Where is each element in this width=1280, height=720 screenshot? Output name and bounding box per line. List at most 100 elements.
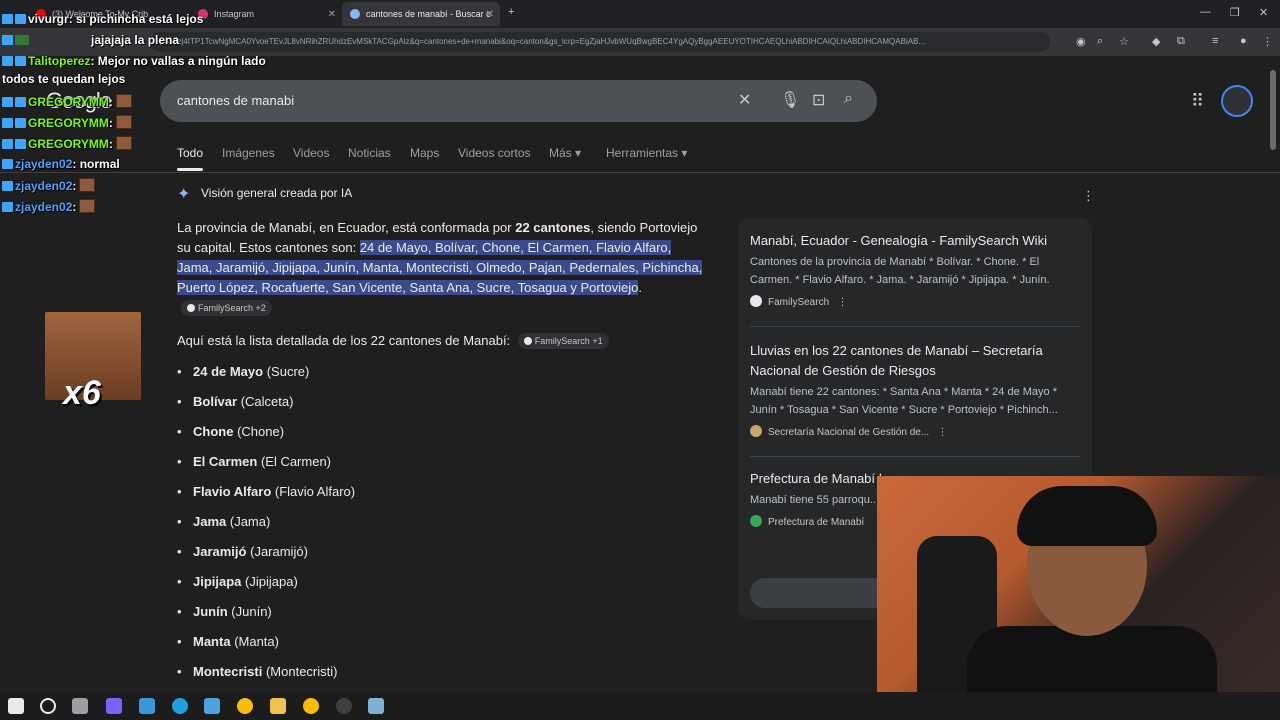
- chat-message: vivurgr: si pichincha está lejos: [2, 12, 203, 26]
- badge-icon: [15, 56, 26, 66]
- close-window-icon[interactable]: ✕: [1259, 6, 1268, 19]
- chat-text: : normal: [72, 157, 120, 171]
- badge-icon: [15, 14, 26, 24]
- menu-icon[interactable]: ⋮: [1262, 35, 1273, 48]
- chat-user: zjayden02: [15, 157, 73, 171]
- profile-icon[interactable]: ●: [1240, 35, 1247, 47]
- badge-icon: [2, 159, 13, 169]
- tab-videos-cortos[interactable]: Videos cortos: [458, 146, 531, 160]
- source-site: FamilySearch ⋮: [750, 295, 1080, 308]
- canton-seat: (Chone): [237, 424, 285, 439]
- app-icon[interactable]: [139, 698, 155, 714]
- canton-name: Chone: [193, 424, 234, 439]
- bookmark-star-icon[interactable]: ☆: [1119, 35, 1129, 48]
- streamer-cap: [1017, 486, 1157, 546]
- zoom-icon[interactable]: ⌕: [1097, 35, 1103, 48]
- canton-name: Manta: [193, 634, 231, 649]
- search-icon[interactable]: [40, 698, 56, 714]
- search-input[interactable]: cantones de manabi: [177, 93, 294, 108]
- tab-herramientas[interactable]: Herramientas ▾: [606, 146, 687, 160]
- tab-todo[interactable]: Todo: [177, 146, 204, 171]
- chat-text: : Mejor no vallas a ningún lado: [90, 54, 266, 68]
- source-card[interactable]: Manabí, Ecuador - Genealogía - FamilySea…: [750, 231, 1080, 308]
- source-snippet: Manabí tiene 22 cantones: * Santa Ana * …: [750, 386, 1058, 416]
- list-intro: Aquí está la lista detallada de los 22 c…: [177, 331, 707, 351]
- canton-name: Montecristi: [193, 664, 263, 679]
- windows-start-icon[interactable]: [8, 698, 24, 714]
- tab-imagenes[interactable]: Imágenes: [222, 146, 275, 160]
- edge-icon[interactable]: [172, 698, 188, 714]
- windows-taskbar: [0, 692, 1280, 720]
- chat-text: :: [108, 137, 113, 151]
- store-icon[interactable]: [204, 698, 220, 714]
- clear-icon[interactable]: ✕: [738, 90, 751, 110]
- task-view-icon[interactable]: [72, 698, 88, 714]
- source-title[interactable]: Manabí, Ecuador - Genealogía - FamilySea…: [750, 231, 1080, 251]
- badge-icon: [15, 35, 29, 45]
- new-tab-icon[interactable]: +: [508, 6, 514, 18]
- address-bar[interactable]: p=eJzj4tTP1TcwNgMCA0YvoeTEvJL8vNRihZRUhd…: [150, 32, 1050, 52]
- chat-text: : si pichincha está lejos: [68, 12, 204, 26]
- more-options-icon[interactable]: ⋮: [1082, 188, 1095, 204]
- more-options-icon[interactable]: ⋮: [932, 427, 948, 438]
- chat-message: Talitoperez: Mejor no vallas a ningún la…: [2, 54, 266, 68]
- emote-icon: [115, 136, 132, 150]
- close-tab-icon[interactable]: ✕: [328, 9, 336, 20]
- tab-instagram[interactable]: Instagram ✕: [190, 2, 342, 26]
- account-avatar[interactable]: [1221, 85, 1253, 117]
- divider: [750, 456, 1080, 457]
- badge-icon: [2, 14, 13, 24]
- source-chip[interactable]: FamilySearch +1: [517, 333, 609, 349]
- more-options-icon[interactable]: ⋮: [832, 297, 847, 308]
- screen: (3) Welcome To My Crib Instagram ✕ canto…: [0, 0, 1280, 720]
- chrome-active-icon[interactable]: [303, 698, 319, 714]
- chrome-icon[interactable]: [237, 698, 253, 714]
- intro-bold: 22 cantones: [515, 220, 591, 235]
- file-explorer-icon[interactable]: [270, 698, 286, 714]
- search-icon[interactable]: ⌕: [844, 90, 853, 108]
- tab-mas[interactable]: Más ▾: [549, 146, 581, 160]
- badge-icon: [2, 139, 13, 149]
- search-box[interactable]: cantones de manabi ✕ 🎙︎ ⊡ ⌕: [160, 80, 877, 122]
- tab-noticias[interactable]: Noticias: [348, 146, 391, 160]
- source-card[interactable]: Lluvias en los 22 cantones de Manabí – S…: [750, 341, 1080, 438]
- chat-message: GREGORYMM:: [2, 115, 132, 130]
- badge-icon: [2, 56, 13, 66]
- tab-maps[interactable]: Maps: [410, 146, 439, 160]
- obs-icon[interactable]: [336, 698, 352, 714]
- intro-text: La provincia de Manabí, en Ecuador, está…: [177, 220, 516, 235]
- emote-sticker: x6: [45, 312, 141, 412]
- app-icon[interactable]: [368, 698, 384, 714]
- location-icon[interactable]: ◉: [1076, 35, 1086, 48]
- minimize-icon[interactable]: —: [1200, 6, 1211, 18]
- source-chip[interactable]: FamilySearch +2: [181, 300, 272, 316]
- puzzle-icon[interactable]: ⧉: [1177, 35, 1185, 48]
- sticker-multiplier: x6: [63, 374, 101, 412]
- badge-icon: [2, 118, 13, 128]
- chat-user: Talitoperez: [28, 54, 91, 68]
- canton-name: 24 de Mayo: [193, 364, 264, 379]
- restore-icon[interactable]: ❐: [1230, 6, 1240, 19]
- list-item: Manta (Manta): [177, 634, 279, 649]
- chip-label: FamilySearch +2: [198, 303, 266, 313]
- source-title[interactable]: Lluvias en los 22 cantones de Manabí – S…: [750, 341, 1080, 381]
- extension-icon[interactable]: ◆: [1152, 35, 1160, 48]
- browser-toolbar: p=eJzj4tTP1TcwNgMCA0YvoeTEvJL8vNRihZRUhd…: [0, 28, 1280, 56]
- badge-icon: [15, 118, 26, 128]
- list-item: Jaramijó (Jaramijó): [177, 544, 308, 559]
- tab-google-search[interactable]: cantones de manabí - Buscar c ✕: [342, 2, 500, 26]
- site-name: FamilySearch: [768, 297, 830, 308]
- canton-name: Jaramijó: [193, 544, 247, 559]
- scrollbar[interactable]: [1270, 70, 1276, 150]
- badge-icon: [2, 35, 13, 45]
- microphone-icon[interactable]: 🎙︎: [780, 90, 800, 110]
- lens-icon[interactable]: ⊡: [812, 90, 825, 110]
- copilot-icon[interactable]: [106, 698, 122, 714]
- badge-icon: [15, 97, 26, 107]
- google-apps-icon[interactable]: ⠿: [1191, 91, 1204, 112]
- canton-name: Jama: [193, 514, 227, 529]
- media-icon[interactable]: ≡: [1212, 35, 1218, 47]
- tab-videos[interactable]: Videos: [293, 146, 329, 160]
- chat-text: :: [108, 95, 113, 109]
- close-tab-icon[interactable]: ✕: [486, 9, 494, 20]
